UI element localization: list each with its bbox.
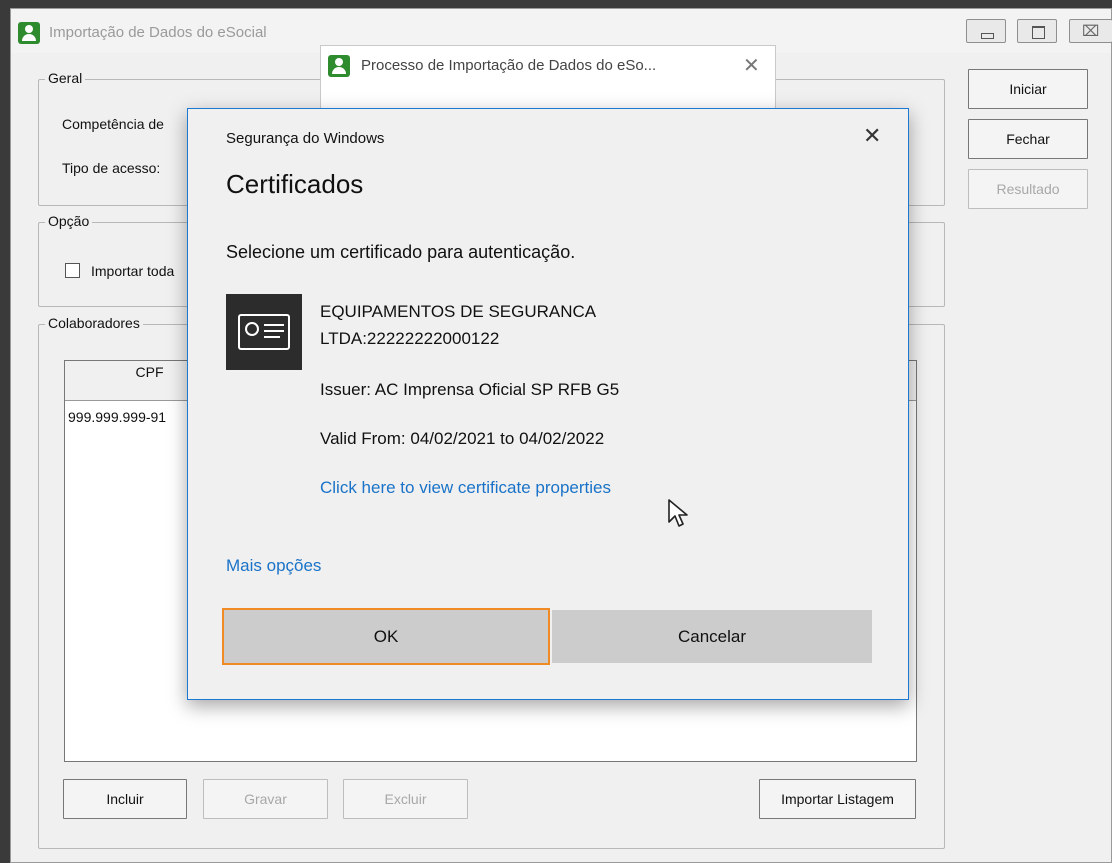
more-options-link[interactable]: Mais opções [226,556,321,576]
close-icon[interactable]: ✕ [743,53,760,78]
dialog-title: Certificados [226,169,364,199]
window-title: Importação de Dados do eSocial [49,24,267,41]
competencia-label: Competência de [62,116,164,132]
excluir-button[interactable]: Excluir [343,779,468,819]
ok-button[interactable]: OK [222,608,550,665]
maximize-button[interactable] [1017,19,1057,43]
importar-todos-label: Importar toda [91,263,175,279]
opcao-group-title: Opção [45,213,93,229]
resultado-button[interactable]: Resultado [968,169,1088,209]
colaboradores-group-title: Colaboradores [45,315,143,331]
gravar-button[interactable]: Gravar [203,779,328,819]
mouse-cursor-icon [668,499,688,527]
minimize-button[interactable] [966,19,1006,43]
certificate-icon [226,294,302,370]
certificate-validity: Valid From: 04/02/2021 to 04/02/2022 [320,429,605,448]
incluir-button[interactable]: Incluir [63,779,187,819]
user-icon [18,22,40,44]
geral-group-title: Geral [45,70,86,86]
process-window-title: Processo de Importação de Dados do eSo..… [361,57,657,74]
process-window: Processo de Importação de Dados do eSo..… [320,45,776,115]
iniciar-button[interactable]: Iniciar [968,69,1088,109]
certificate-name[interactable]: EQUIPAMENTOS DE SEGURANCA [320,302,596,322]
security-dialog: Segurança do Windows ✕ Certificados Sele… [187,108,909,700]
importar-listagem-button[interactable]: Importar Listagem [759,779,916,819]
dialog-header: Segurança do Windows [226,130,385,147]
fechar-button[interactable]: Fechar [968,119,1088,159]
importar-todos-checkbox[interactable] [65,263,80,278]
certificate-properties-link[interactable]: Click here to view certificate propertie… [320,478,611,498]
window-close-button[interactable] [1069,19,1112,43]
close-icon[interactable]: ✕ [863,123,881,149]
table-row[interactable]: 999.999.999-91 [68,409,166,425]
cancel-button[interactable]: Cancelar [552,610,872,663]
dialog-instruction: Selecione um certificado para autenticaç… [226,242,576,262]
user-icon [328,55,350,77]
certificate-issuer: Issuer: AC Imprensa Oficial SP RFB G5 [320,380,620,399]
certificate-id[interactable]: LTDA:22222222000122 [320,329,499,349]
tipo-acesso-label: Tipo de acesso: [62,160,161,176]
